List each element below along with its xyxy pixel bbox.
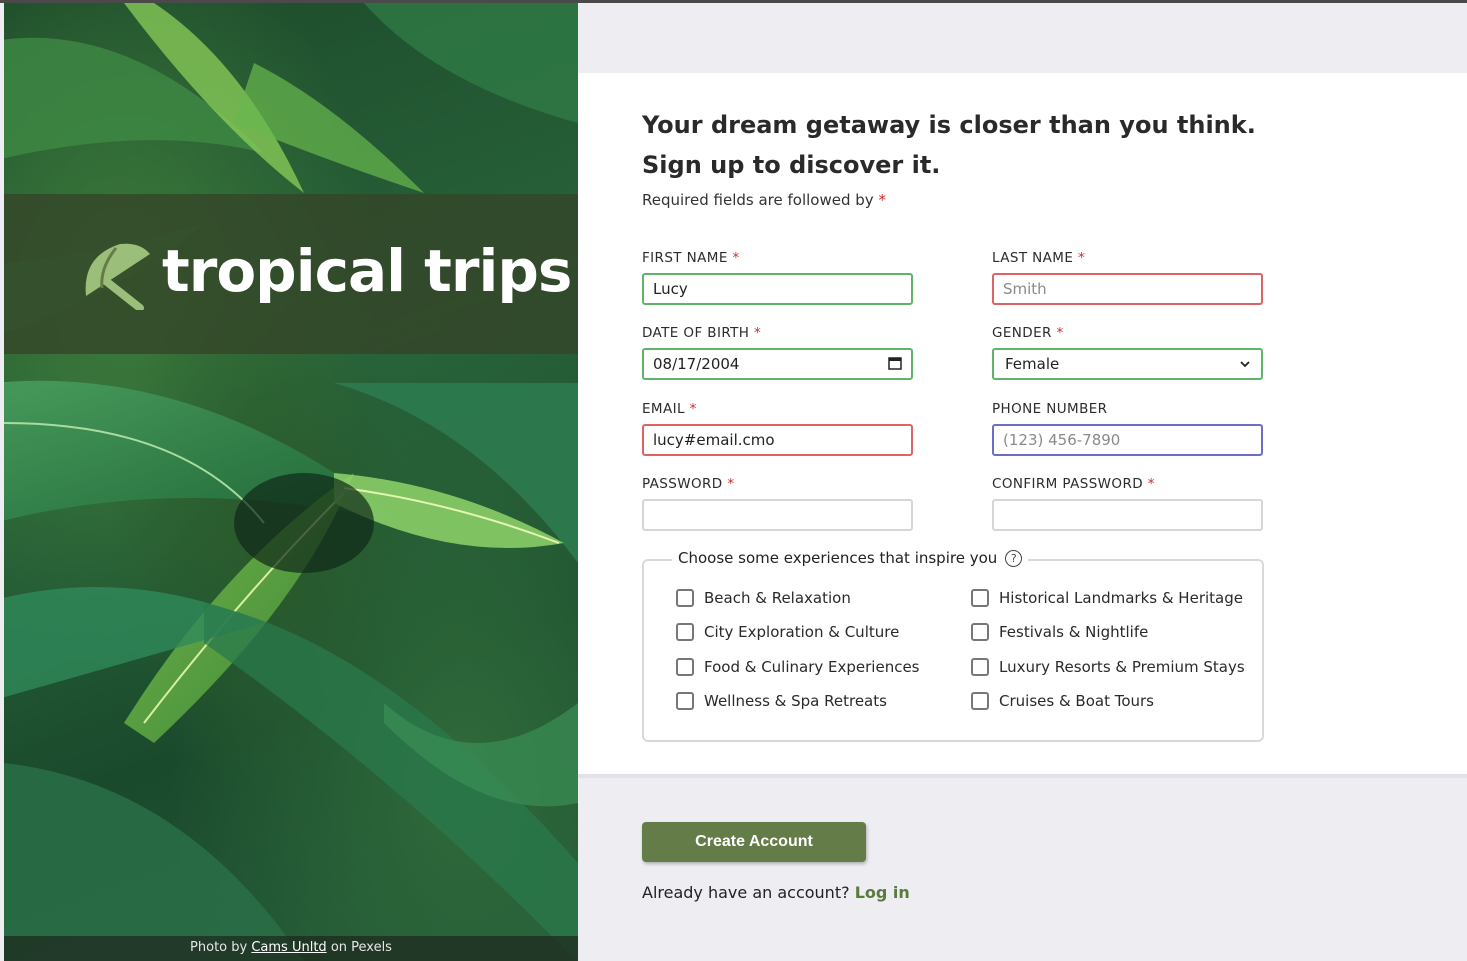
first-name-input[interactable]: [642, 273, 913, 305]
checkbox[interactable]: [971, 623, 989, 641]
confirm-password-label: CONFIRM PASSWORD *: [992, 476, 1155, 492]
first-name-label: FIRST NAME *: [642, 250, 740, 266]
experiences-fieldset: Choose some experiences that inspire you…: [642, 549, 1264, 742]
page-title: Your dream getaway is closer than you th…: [642, 105, 1256, 185]
experience-option[interactable]: Festivals & Nightlife: [971, 623, 1148, 641]
experiences-legend-text: Choose some experiences that inspire you: [678, 549, 998, 567]
experience-option[interactable]: Historical Landmarks & Heritage: [971, 589, 1243, 607]
checkbox[interactable]: [676, 623, 694, 641]
dob-group: DATE OF BIRTH *: [642, 325, 913, 380]
gender-selected-value: Female: [1005, 355, 1060, 373]
last-name-input[interactable]: [992, 273, 1263, 305]
photo-credit-suffix: on Pexels: [330, 940, 392, 955]
section-divider: [578, 774, 1467, 778]
last-name-label: LAST NAME *: [992, 250, 1086, 266]
photo-credit: Photo by Cams Unltd on Pexels: [4, 936, 578, 961]
dob-input[interactable]: [642, 348, 913, 380]
headline-line-2: Sign up to discover it.: [642, 151, 941, 179]
email-group: EMAIL *: [642, 401, 913, 456]
confirm-password-group: CONFIRM PASSWORD *: [992, 476, 1263, 531]
calendar-icon[interactable]: [888, 356, 902, 370]
experience-option[interactable]: Wellness & Spa Retreats: [676, 692, 887, 710]
checkbox[interactable]: [971, 658, 989, 676]
phone-label: PHONE NUMBER: [992, 401, 1108, 417]
login-prompt-text: Already have an account?: [642, 883, 850, 902]
last-name-group: LAST NAME *: [992, 250, 1263, 305]
question-circle-icon[interactable]: ?: [1005, 549, 1023, 567]
umbrella-icon: [85, 243, 150, 310]
checkbox[interactable]: [971, 692, 989, 710]
email-label: EMAIL *: [642, 401, 697, 417]
confirm-password-input[interactable]: [992, 499, 1263, 531]
headline-line-1: Your dream getaway is closer than you th…: [642, 111, 1256, 139]
brand-logo-text: tropical trips: [162, 237, 572, 305]
fern-background-image: [4, 3, 578, 961]
experience-option[interactable]: Cruises & Boat Tours: [971, 692, 1154, 710]
phone-group: PHONE NUMBER: [992, 401, 1263, 456]
password-input[interactable]: [642, 499, 913, 531]
password-label: PASSWORD *: [642, 476, 735, 492]
photo-credit-prefix: Photo by: [190, 940, 248, 955]
signup-form: Your dream getaway is closer than you th…: [578, 73, 1467, 774]
gender-label: GENDER *: [992, 325, 1064, 341]
chevron-down-icon: [1240, 360, 1250, 367]
required-note-text: Required fields are followed by: [642, 191, 874, 209]
login-link[interactable]: Log in: [855, 883, 910, 902]
hero-image-panel: tropical trips Photo by Cams Unltd on Pe…: [4, 3, 578, 961]
gender-group: GENDER * Female: [992, 325, 1263, 380]
required-star: *: [878, 191, 886, 209]
photo-author-link[interactable]: Cams Unltd: [251, 940, 326, 955]
checkbox[interactable]: [676, 692, 694, 710]
checkbox[interactable]: [676, 589, 694, 607]
password-group: PASSWORD *: [642, 476, 913, 531]
checkbox[interactable]: [971, 589, 989, 607]
create-account-button[interactable]: Create Account: [642, 822, 866, 862]
phone-input[interactable]: [992, 424, 1263, 456]
experience-option[interactable]: City Exploration & Culture: [676, 623, 899, 641]
dob-label: DATE OF BIRTH *: [642, 325, 762, 341]
email-input[interactable]: [642, 424, 913, 456]
first-name-group: FIRST NAME *: [642, 250, 913, 305]
experience-option[interactable]: Food & Culinary Experiences: [676, 658, 920, 676]
experiences-legend: Choose some experiences that inspire you…: [672, 549, 1029, 567]
logo-banner: tropical trips: [4, 194, 578, 354]
login-prompt: Already have an account? Log in: [642, 883, 910, 902]
experience-option[interactable]: Beach & Relaxation: [676, 589, 851, 607]
experience-option[interactable]: Luxury Resorts & Premium Stays: [971, 658, 1245, 676]
checkbox[interactable]: [676, 658, 694, 676]
gender-select[interactable]: Female: [992, 348, 1263, 380]
required-note: Required fields are followed by *: [642, 191, 886, 209]
